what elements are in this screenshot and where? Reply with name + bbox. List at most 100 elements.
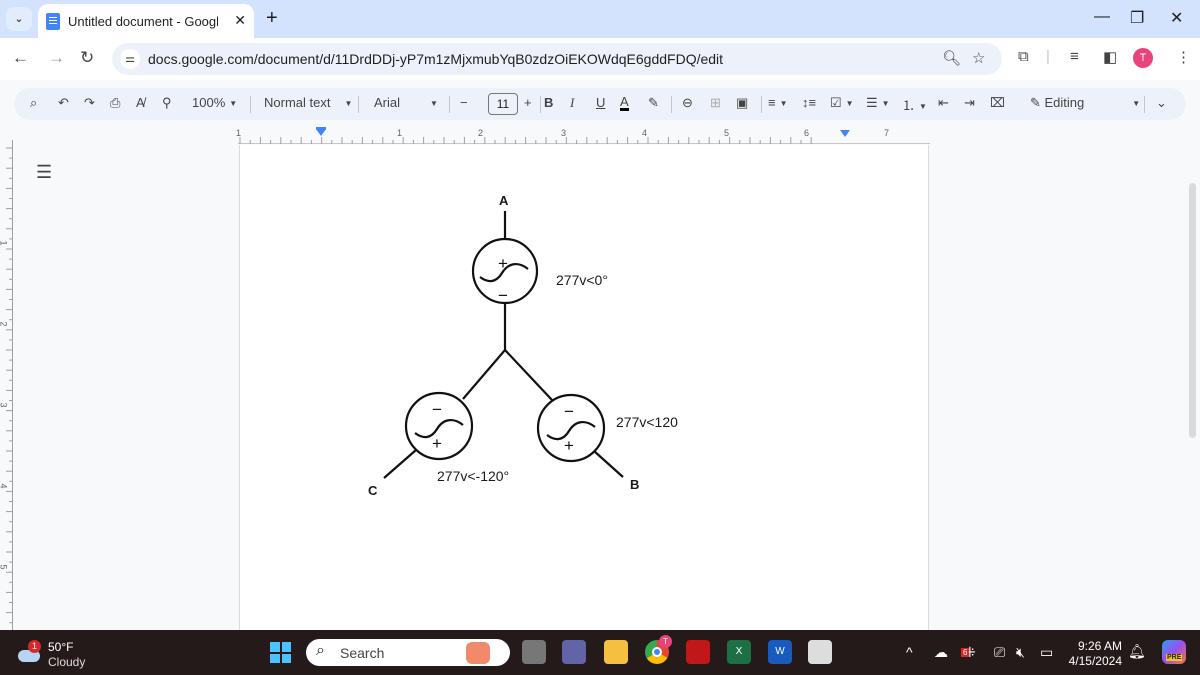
taskbar-search[interactable]: ⌕ Search [306, 639, 510, 666]
notifications-bell-icon[interactable]: 🔔︎ [1128, 643, 1146, 660]
snipping-tool-icon[interactable] [808, 640, 832, 664]
insert-link-icon[interactable]: ⊖ [682, 95, 693, 111]
profile-avatar[interactable]: T [1133, 48, 1153, 68]
new-tab-button[interactable]: + [266, 7, 278, 30]
add-comment-icon[interactable]: ⊞ [710, 95, 721, 111]
spellcheck-icon[interactable]: A̸ [136, 95, 145, 110]
vertical-ruler[interactable]: 1 2 3 4 5 [0, 140, 13, 630]
google-docs-icon [46, 12, 60, 30]
menu-kebab-icon[interactable]: ⋮ [1176, 48, 1191, 66]
reload-icon[interactable]: ↻ [80, 48, 94, 68]
underline-button[interactable]: U [596, 95, 605, 110]
address-bar[interactable]: ⚌ docs.google.com/document/d/11DrdDDj-yP… [112, 43, 1002, 75]
clock[interactable]: 9:26 AM 4/15/2024 [1066, 639, 1122, 669]
document-outline-icon[interactable]: ☰ [36, 162, 52, 183]
weather-widget[interactable]: 1 50°F Cloudy [16, 638, 116, 669]
style-value: Normal text [264, 95, 331, 110]
app-tray-icon[interactable]: ⁜ 6 [961, 644, 976, 661]
search-icon: ⌕ [316, 642, 325, 659]
insert-image-icon[interactable]: ▣ [736, 95, 748, 111]
forward-icon[interactable]: → [48, 48, 65, 68]
increase-font-size-button[interactable]: + [524, 95, 532, 110]
onedrive-icon[interactable]: ☁ [934, 644, 948, 661]
hide-menus-icon[interactable]: ⌄ [1156, 95, 1167, 111]
print-icon[interactable]: ⎙ [110, 95, 120, 111]
mcafee-icon[interactable] [686, 640, 710, 664]
chrome-profile-badge: T [659, 635, 672, 648]
paint-format-icon[interactable]: ⚲ [162, 95, 172, 111]
time: 9:26 AM [1077, 639, 1122, 653]
url-text[interactable]: docs.google.com/document/d/11DrdDDj-yP7m… [148, 51, 723, 67]
font-size-input[interactable]: 11 [488, 93, 518, 115]
volume-muted-icon[interactable]: 🔇︎ [1016, 644, 1025, 661]
text-color-button[interactable]: A [620, 95, 629, 111]
minimize-button[interactable]: — [1094, 8, 1110, 26]
wye-circuit-diagram[interactable]: A C B 277v<0° 277v<120 277v<-120° + − − … [240, 145, 930, 630]
excel-icon[interactable]: X [727, 640, 751, 664]
font-select[interactable]: Arial ▼ [374, 95, 438, 110]
line-spacing-icon[interactable]: ↕≡ [802, 95, 816, 110]
caret-down-icon: ▼ [1132, 99, 1141, 109]
browser-tab-bar: ⌄ Untitled document - Google Docs ✕ + — … [0, 0, 1200, 38]
italic-button[interactable]: I [570, 95, 574, 111]
numbered-list-icon[interactable]: ⒈ ▼ [902, 95, 927, 114]
ruler-ticks [239, 127, 850, 144]
undo-icon[interactable]: ↶ [58, 95, 69, 111]
redo-icon[interactable]: ↷ [84, 95, 95, 111]
paragraph-style-select[interactable]: Normal text ▼ [264, 95, 352, 110]
search-menus-icon[interactable]: ⌕ [30, 95, 37, 111]
zoom-value: 100% [192, 95, 226, 110]
bookmark-star-icon[interactable]: ☆ [972, 49, 985, 67]
copilot-pre-badge: PRE [1166, 654, 1183, 661]
site-settings-icon[interactable]: ⚌ [120, 49, 140, 69]
node-label-b: B [630, 477, 639, 492]
zoom-select[interactable]: 100% ▼ [192, 95, 237, 110]
side-panel-icon[interactable]: ◧ [1103, 48, 1117, 66]
vertical-scrollbar[interactable] [1189, 183, 1196, 438]
search-placeholder: Search [340, 645, 385, 661]
restore-button[interactable]: ❐ [1130, 8, 1144, 28]
battery-icon[interactable]: ▭ [1040, 644, 1053, 661]
ruler-number: 6 [804, 128, 810, 138]
tray-badge: 6 [961, 648, 970, 657]
clear-formatting-icon[interactable]: ⌧ [990, 95, 1005, 111]
decrease-font-size-button[interactable]: − [460, 95, 468, 110]
word-icon[interactable]: W [768, 640, 792, 664]
close-tab-icon[interactable]: ✕ [234, 12, 246, 29]
network-icon[interactable]: ⎚ [994, 644, 1005, 661]
editing-mode-select[interactable]: ✎ Editing ▼ [1030, 95, 1140, 111]
wire-c [383, 449, 417, 479]
tab-google-docs[interactable]: Untitled document - Google Docs ✕ [38, 4, 254, 38]
search-highlight-icon [466, 642, 490, 664]
highlight-color-icon[interactable]: ✎ [648, 95, 659, 111]
windows-taskbar: 1 50°F Cloudy ⌕ Search T X W ^ ☁ ⁜ 6 ⎚ 🔇︎… [0, 630, 1200, 675]
document-page[interactable]: A C B 277v<0° 277v<120 277v<-120° + − − … [239, 145, 929, 630]
horizontal-ruler[interactable]: 1 1 2 3 4 5 6 7 [236, 127, 930, 144]
browser-nav-bar: ← → ↻ ⚌ docs.google.com/document/d/11Drd… [0, 38, 1200, 80]
bulleted-list-icon[interactable]: ☰ ▼ [866, 95, 890, 111]
date: 4/15/2024 [1068, 654, 1122, 668]
zoom-icon[interactable]: 🔍︎ [942, 49, 961, 67]
task-view-icon[interactable] [522, 640, 546, 664]
close-window-button[interactable]: ✕ [1170, 8, 1183, 28]
divider [449, 96, 450, 113]
caret-down-icon: ▼ [229, 99, 238, 109]
copilot-icon[interactable]: PRE [1162, 640, 1186, 664]
decrease-indent-icon[interactable]: ⇤ [938, 95, 949, 111]
font-value: Arial [374, 95, 401, 110]
extensions-icon[interactable]: ⧉ [1018, 48, 1029, 65]
back-icon[interactable]: ← [12, 48, 29, 68]
file-explorer-icon[interactable] [604, 640, 628, 664]
tab-search-button[interactable]: ⌄ [6, 7, 32, 31]
align-icon[interactable]: ≡ ▼ [768, 95, 788, 110]
chrome-icon[interactable]: T [645, 635, 672, 664]
mode-value: Editing [1044, 95, 1085, 110]
increase-indent-icon[interactable]: ⇥ [964, 95, 975, 111]
teams-icon[interactable] [562, 640, 586, 664]
checklist-icon[interactable]: ☑ ▼ [830, 95, 854, 111]
bold-button[interactable]: B [544, 95, 553, 110]
show-hidden-icons-chevron[interactable]: ^ [906, 644, 913, 660]
ruler-number: 4 [642, 128, 648, 138]
reading-list-icon[interactable]: ≡ [1070, 48, 1079, 65]
windows-start-icon[interactable] [270, 642, 291, 663]
